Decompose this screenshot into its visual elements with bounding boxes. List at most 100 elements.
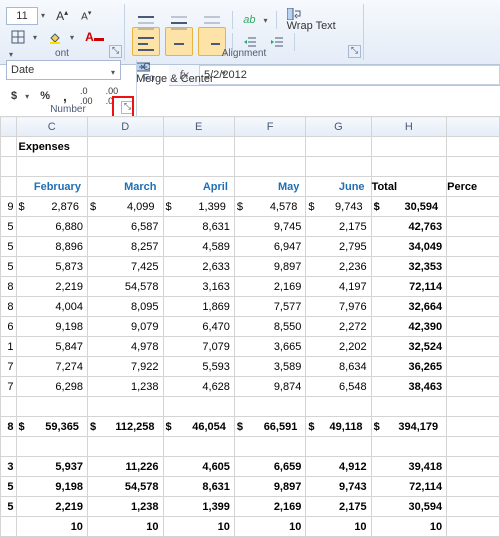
column-header[interactable]: C bbox=[16, 117, 87, 137]
cell[interactable]: 7,425 bbox=[87, 257, 163, 277]
cell[interactable]: 10 bbox=[371, 517, 447, 537]
cell[interactable]: 8,896 bbox=[16, 237, 87, 257]
column-header[interactable]: G bbox=[306, 117, 371, 137]
cell[interactable]: 7,274 bbox=[16, 357, 87, 377]
cell[interactable]: 4,978 bbox=[87, 337, 163, 357]
cell[interactable]: 2,169 bbox=[234, 277, 305, 297]
spreadsheet-grid[interactable]: CDEFGHExpensesFebruaryMarchAprilMayJuneT… bbox=[0, 86, 500, 537]
cell[interactable]: 8,095 bbox=[87, 297, 163, 317]
cell[interactable]: 6,659 bbox=[234, 457, 305, 477]
chevron-down-icon[interactable]: ▾ bbox=[38, 11, 48, 20]
cell[interactable]: 4,004 bbox=[16, 297, 87, 317]
cell[interactable]: 72,114 bbox=[371, 477, 447, 497]
cell[interactable]: 2,795 bbox=[306, 237, 371, 257]
cell[interactable]: 5,847 bbox=[16, 337, 87, 357]
column-header[interactable]: D bbox=[87, 117, 163, 137]
cell[interactable]: $30,594 bbox=[371, 197, 447, 217]
cell[interactable]: 5,873 bbox=[16, 257, 87, 277]
cell[interactable]: 5,593 bbox=[163, 357, 234, 377]
cell[interactable]: 6,947 bbox=[234, 237, 305, 257]
cell[interactable]: 1,869 bbox=[163, 297, 234, 317]
cell[interactable]: 8,257 bbox=[87, 237, 163, 257]
cell[interactable]: April bbox=[163, 177, 234, 197]
cell[interactable]: 32,353 bbox=[371, 257, 447, 277]
cell[interactable]: 9,897 bbox=[234, 477, 305, 497]
cell[interactable]: 9,874 bbox=[234, 377, 305, 397]
cell[interactable]: $59,365 bbox=[16, 417, 87, 437]
cell[interactable]: 9,897 bbox=[234, 257, 305, 277]
cell[interactable]: 42,763 bbox=[371, 217, 447, 237]
cell[interactable]: 10 bbox=[234, 517, 305, 537]
column-header[interactable] bbox=[1, 117, 17, 137]
cell[interactable]: 7,079 bbox=[163, 337, 234, 357]
cell[interactable]: 4,605 bbox=[163, 457, 234, 477]
cell[interactable]: $46,054 bbox=[163, 417, 234, 437]
cell[interactable]: Total bbox=[371, 177, 447, 197]
cell[interactable]: 4,197 bbox=[306, 277, 371, 297]
cell[interactable]: February bbox=[16, 177, 87, 197]
number-format-select[interactable]: Date▾ bbox=[6, 60, 121, 80]
cell[interactable]: 9,198 bbox=[16, 477, 87, 497]
cell[interactable]: 7,922 bbox=[87, 357, 163, 377]
cell[interactable]: 3,163 bbox=[163, 277, 234, 297]
cell[interactable]: 7,976 bbox=[306, 297, 371, 317]
chevron-down-icon[interactable]: ▾ bbox=[261, 16, 271, 25]
cell[interactable]: 8,631 bbox=[163, 477, 234, 497]
cell[interactable]: 2,236 bbox=[306, 257, 371, 277]
cell[interactable]: 10 bbox=[306, 517, 371, 537]
grow-font-button[interactable]: A▴ bbox=[52, 5, 72, 26]
cell[interactable]: 10 bbox=[163, 517, 234, 537]
cell[interactable]: 10 bbox=[16, 517, 87, 537]
dialog-launcher-icon[interactable]: ⤡ bbox=[348, 45, 361, 58]
cell[interactable]: 2,272 bbox=[306, 317, 371, 337]
cell[interactable]: Perce bbox=[447, 177, 500, 197]
cell[interactable]: 4,589 bbox=[163, 237, 234, 257]
cell[interactable]: 9,743 bbox=[306, 477, 371, 497]
cell[interactable]: May bbox=[234, 177, 305, 197]
cell[interactable]: 2,175 bbox=[306, 217, 371, 237]
cell[interactable]: 42,390 bbox=[371, 317, 447, 337]
cell[interactable]: March bbox=[87, 177, 163, 197]
cell[interactable]: 9,198 bbox=[16, 317, 87, 337]
chevron-down-icon[interactable]: ▾ bbox=[219, 69, 229, 78]
cell[interactable]: 4,628 bbox=[163, 377, 234, 397]
cell[interactable]: 4,912 bbox=[306, 457, 371, 477]
border-button[interactable] bbox=[7, 27, 29, 47]
cell[interactable]: $1,399 bbox=[163, 197, 234, 217]
cell[interactable]: 1,238 bbox=[87, 377, 163, 397]
cell[interactable]: 2,219 bbox=[16, 277, 87, 297]
cell[interactable]: 6,548 bbox=[306, 377, 371, 397]
font-color-button[interactable]: A bbox=[81, 27, 108, 47]
cell[interactable]: 9,745 bbox=[234, 217, 305, 237]
chevron-down-icon[interactable]: ▾ bbox=[67, 33, 77, 42]
cell[interactable]: 32,524 bbox=[371, 337, 447, 357]
chevron-down-icon[interactable]: ▾ bbox=[108, 64, 118, 82]
cell[interactable]: 11,226 bbox=[87, 457, 163, 477]
column-header[interactable]: E bbox=[163, 117, 234, 137]
cell[interactable]: 9,079 bbox=[87, 317, 163, 337]
chevron-down-icon[interactable]: ▾ bbox=[30, 33, 40, 42]
cell[interactable]: 38,463 bbox=[371, 377, 447, 397]
cell[interactable]: $2,876 bbox=[16, 197, 87, 217]
cell[interactable]: Expenses bbox=[16, 137, 87, 157]
cell[interactable]: 5,937 bbox=[16, 457, 87, 477]
font-size-input[interactable]: 11 bbox=[6, 7, 38, 25]
cell[interactable]: $394,179 bbox=[371, 417, 447, 437]
cell[interactable]: 34,049 bbox=[371, 237, 447, 257]
shrink-font-button[interactable]: A▾ bbox=[77, 6, 95, 25]
cell[interactable]: 8,634 bbox=[306, 357, 371, 377]
fill-color-button[interactable] bbox=[44, 27, 66, 47]
cell[interactable]: 10 bbox=[87, 517, 163, 537]
cell[interactable]: 8,631 bbox=[163, 217, 234, 237]
cell[interactable]: $49,118 bbox=[306, 417, 371, 437]
cell[interactable]: $112,258 bbox=[87, 417, 163, 437]
cell[interactable]: $4,099 bbox=[87, 197, 163, 217]
cell[interactable]: 54,578 bbox=[87, 277, 163, 297]
cell[interactable]: 72,114 bbox=[371, 277, 447, 297]
cell[interactable]: 36,265 bbox=[371, 357, 447, 377]
cell[interactable]: 6,298 bbox=[16, 377, 87, 397]
cell[interactable]: 39,418 bbox=[371, 457, 447, 477]
cell[interactable]: $66,591 bbox=[234, 417, 305, 437]
cell[interactable]: 8,550 bbox=[234, 317, 305, 337]
cell[interactable]: 2,633 bbox=[163, 257, 234, 277]
